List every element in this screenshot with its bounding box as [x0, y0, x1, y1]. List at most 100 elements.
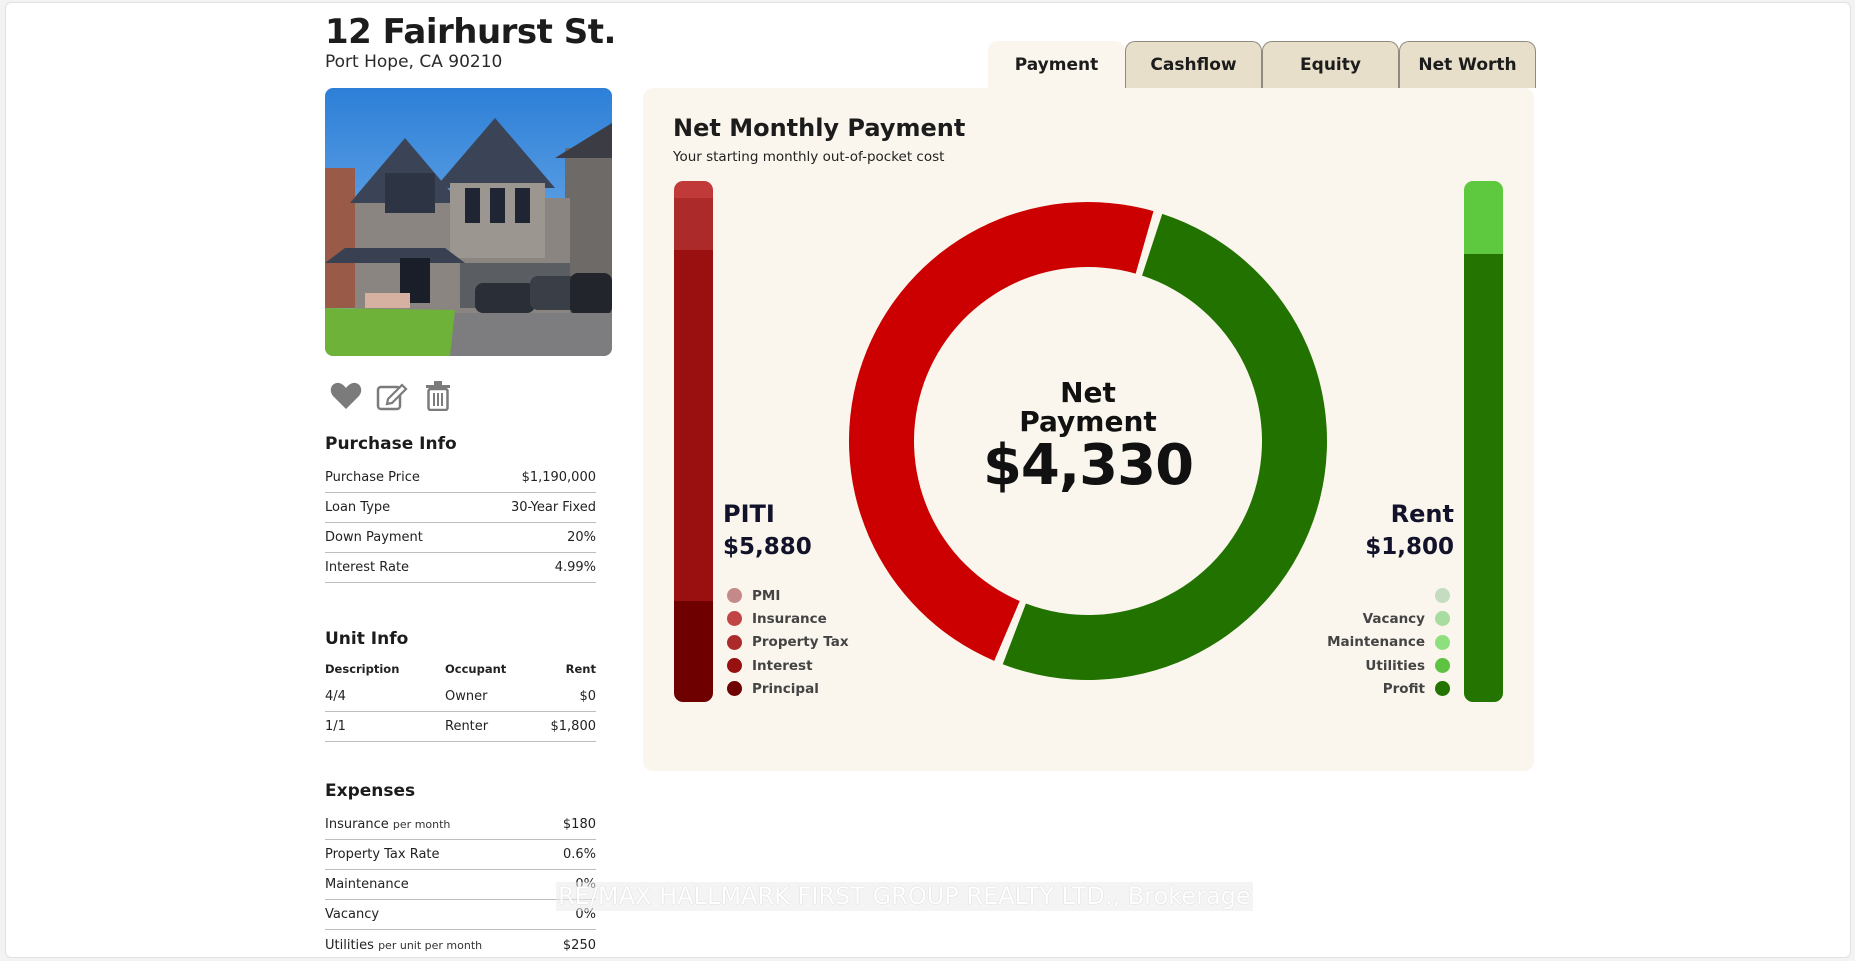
legend-dot — [727, 658, 742, 674]
legend-dot — [727, 681, 742, 697]
row-label: Purchase Price — [325, 470, 420, 485]
legend-dot — [727, 634, 742, 650]
row-value[interactable]: $250 — [563, 938, 596, 953]
rent-value: $1,800 — [1365, 534, 1454, 560]
tab-payment[interactable]: Payment — [988, 41, 1125, 88]
donut-center-label: Net Payment — [1019, 376, 1157, 438]
legend-label: Utilities — [1365, 657, 1425, 674]
unit-occupant: Owner — [445, 689, 488, 704]
purchase-row: Loan Type 30-Year Fixed — [325, 493, 596, 523]
row-value[interactable]: 0.6% — [563, 847, 596, 862]
tab-cashflow[interactable]: Cashflow — [1125, 41, 1262, 88]
piti-legend-item[interactable]: Interest — [727, 654, 849, 677]
piti-bar-segment — [674, 601, 713, 702]
legend-label: PMI — [752, 587, 781, 604]
row-label: Vacancy — [325, 907, 380, 922]
piti-bar-segment — [674, 181, 713, 199]
row-label: Property Tax Rate — [325, 847, 440, 862]
rent-legend-item[interactable]: Vacancy — [1327, 607, 1450, 630]
expense-row: Property Tax Rate 0.6% — [325, 840, 596, 870]
row-value[interactable]: $1,190,000 — [522, 470, 596, 485]
row-label: Down Payment — [325, 530, 423, 545]
legend-dot — [1435, 634, 1450, 650]
row-value[interactable]: $180 — [563, 817, 596, 832]
row-label: Maintenance — [325, 877, 409, 892]
payment-panel: Net Monthly Payment Your starting monthl… — [643, 88, 1534, 771]
unit-info-title: Unit Info — [325, 629, 409, 649]
piti-legend-item[interactable]: PMI — [727, 584, 849, 607]
row-value[interactable]: 4.99% — [555, 560, 596, 575]
expense-label: Insurance — [325, 817, 389, 832]
purchase-info-title: Purchase Info — [325, 434, 457, 454]
legend-dot — [1435, 588, 1450, 604]
rent-legend-item[interactable]: Maintenance — [1327, 631, 1450, 654]
piti-label: PITI — [723, 500, 775, 528]
edit-icon[interactable] — [376, 380, 408, 412]
rent-bar-segment — [1464, 253, 1503, 702]
legend-label: Principal — [752, 680, 819, 697]
piti-legend-item[interactable]: Principal — [727, 677, 849, 700]
unit-rent: $1,800 — [550, 719, 597, 734]
row-label: Insurance per month — [325, 817, 450, 832]
trash-icon[interactable] — [422, 380, 454, 412]
tab-net-worth[interactable]: Net Worth — [1399, 41, 1536, 88]
property-actions — [330, 380, 454, 412]
unit-header-row: Description Occupant Rent — [325, 656, 596, 682]
row-label: Interest Rate — [325, 560, 410, 575]
rent-label: Rent — [1390, 500, 1454, 528]
row-value[interactable]: 30-Year Fixed — [511, 500, 596, 515]
unit-description: 1/1 — [325, 719, 346, 734]
panel-subtitle: Your starting monthly out-of-pocket cost — [673, 149, 945, 165]
unit-rent: $0 — [579, 689, 596, 704]
purchase-row: Purchase Price $1,190,000 — [325, 463, 596, 493]
legend-label: Vacancy — [1362, 610, 1425, 627]
piti-bar — [674, 181, 713, 702]
legend-label: Interest — [752, 657, 813, 674]
rent-legend-item[interactable]: Utilities — [1327, 654, 1450, 677]
expense-row: Insurance per month $180 — [325, 810, 596, 840]
property-photo — [325, 88, 612, 356]
rent-legend-item[interactable]: Profit — [1327, 677, 1450, 700]
rent-bar-segment — [1464, 181, 1503, 255]
rent-bar — [1464, 181, 1503, 702]
unit-info-table: Description Occupant Rent 4/4 Owner $0 1… — [325, 656, 596, 742]
purchase-row: Down Payment 20% — [325, 523, 596, 553]
legend-label: Property Tax — [752, 634, 849, 651]
legend-label: Maintenance — [1327, 634, 1425, 651]
tab-equity[interactable]: Equity — [1262, 41, 1399, 88]
expense-suffix: per unit per month — [378, 938, 483, 952]
col-occupant: Occupant — [445, 662, 507, 676]
legend-label: Profit — [1382, 680, 1425, 697]
col-description: Description — [325, 662, 400, 676]
purchase-info-table: Purchase Price $1,190,000 Loan Type 30-Yea… — [325, 463, 596, 583]
rent-legend-item[interactable] — [1327, 584, 1450, 607]
col-rent: Rent — [565, 662, 596, 676]
donut-center-value: $4,330 — [982, 433, 1194, 498]
piti-legend-item[interactable]: Property Tax — [727, 631, 849, 654]
legend-dot — [727, 611, 742, 627]
legend-dot — [1435, 658, 1450, 674]
piti-bar-segment — [674, 197, 713, 251]
legend-dot — [1435, 681, 1450, 697]
panel-title: Net Monthly Payment — [673, 114, 966, 142]
piti-legend: PMI Insurance Property Tax Interest Principa… — [727, 584, 849, 700]
chart-tabs: Payment Cashflow Equity Net Worth — [988, 41, 1536, 88]
unit-occupant: Renter — [445, 719, 489, 734]
legend-dot — [1435, 611, 1450, 627]
table-row[interactable]: 1/1 Renter $1,800 — [325, 712, 596, 742]
piti-value: $5,880 — [723, 534, 812, 560]
expense-row: Utilities per unit per month $250 — [325, 930, 596, 960]
expenses-title: Expenses — [325, 781, 416, 801]
expense-suffix: per month — [392, 818, 451, 831]
rent-legend: Vacancy Maintenance Utilities Profit — [1327, 584, 1450, 700]
row-value[interactable]: 20% — [567, 530, 596, 545]
unit-description: 4/4 — [325, 689, 346, 704]
legend-dot — [727, 588, 742, 604]
table-row[interactable]: 4/4 Owner $0 — [325, 682, 596, 712]
brokerage-watermark: RE/MAX HALLMARK FIRST GROUP REALTY LTD.,… — [556, 882, 1253, 911]
piti-legend-item[interactable]: Insurance — [727, 607, 849, 630]
heart-icon[interactable] — [330, 380, 362, 412]
row-label: Utilities per unit per month — [325, 938, 482, 953]
piti-bar-segment — [674, 249, 713, 603]
legend-label: Insurance — [752, 610, 827, 627]
